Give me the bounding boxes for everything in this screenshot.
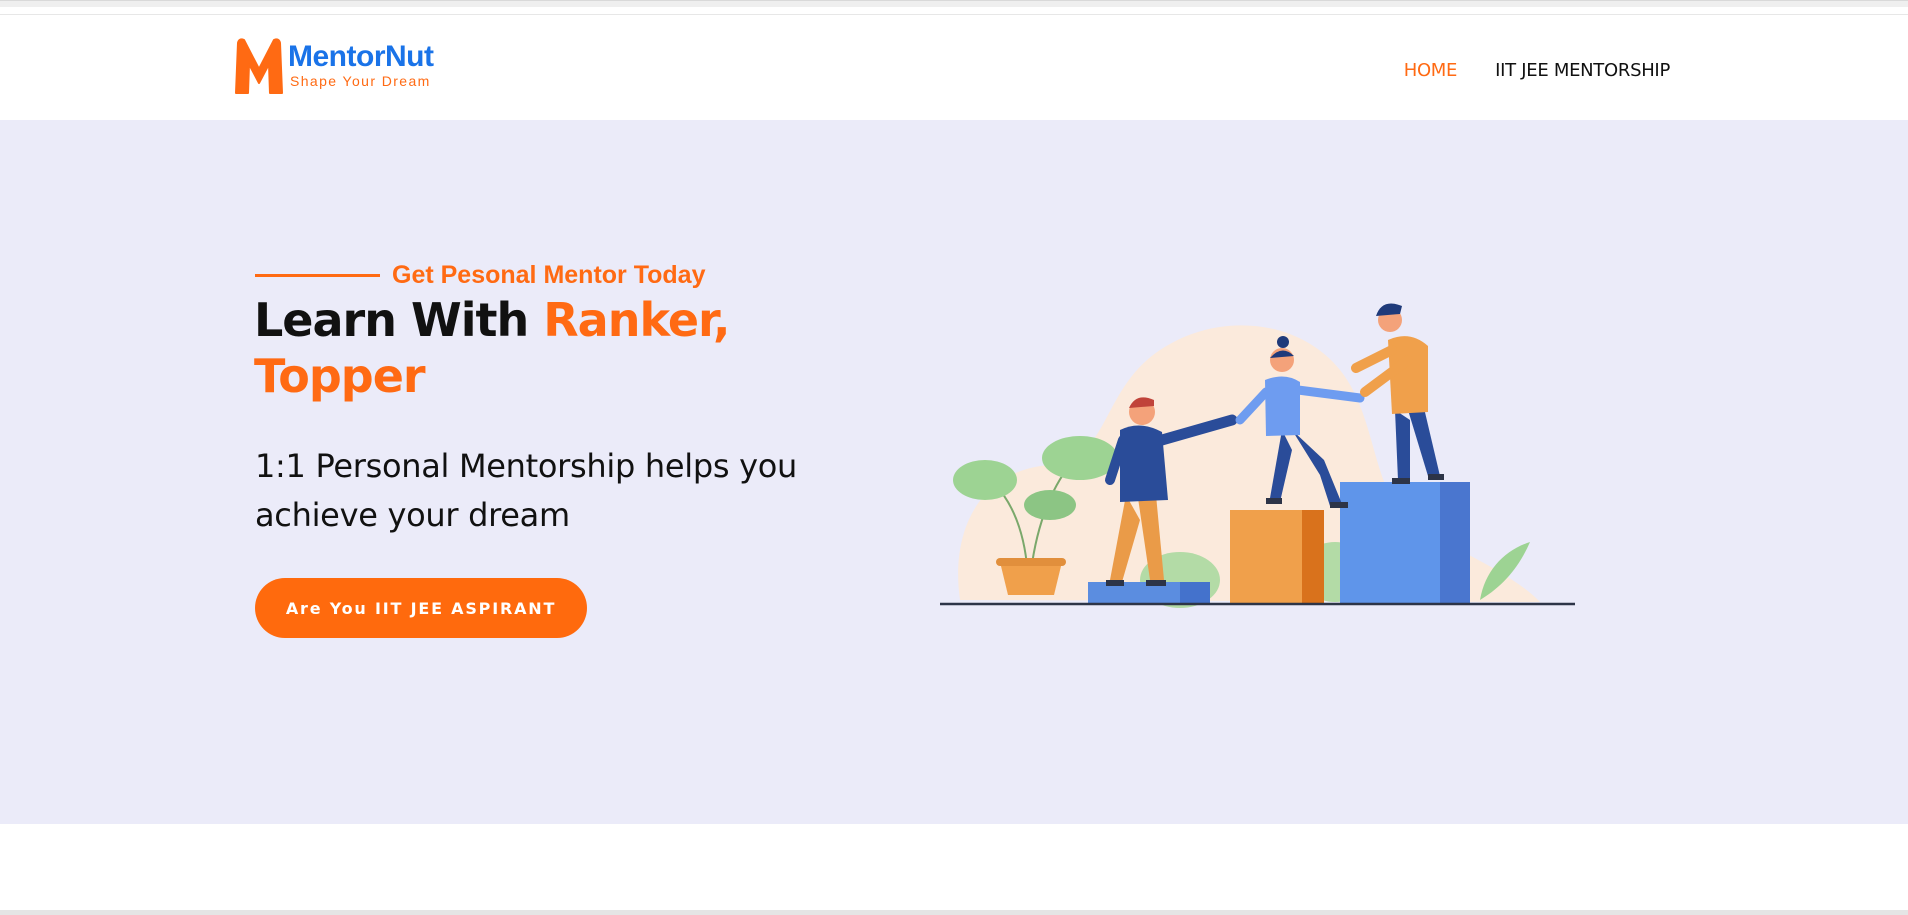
hero-section: Get Pesonal Mentor Today Learn With Rank… [0, 120, 1908, 824]
bottom-edge [0, 910, 1908, 915]
browser-top-bar [0, 0, 1908, 15]
logo-name: MentorNut [288, 40, 434, 73]
nav-home-link[interactable]: HOME [1404, 60, 1458, 81]
hero-eyebrow: Get Pesonal Mentor Today [255, 260, 705, 290]
logo-tagline: Shape Your Dream [290, 73, 431, 89]
tall-block-shape [1340, 482, 1440, 604]
hero-subtitle: 1:1 Personal Mentorship helps you achiev… [255, 447, 797, 534]
site-header: MentorNut Shape Your Dream HOME IIT JEE … [0, 15, 1908, 120]
site-logo[interactable]: MentorNut Shape Your Dream [232, 37, 452, 99]
nav-iit-jee-mentorship-link[interactable]: IIT JEE MENTORSHIP [1495, 60, 1670, 81]
main-navigation: HOME IIT JEE MENTORSHIP [1404, 55, 1671, 85]
eyebrow-text: Get Pesonal Mentor Today [392, 260, 706, 289]
tall-block-side-shape [1440, 482, 1470, 604]
eyebrow-divider-line [255, 273, 380, 277]
small-block-shape [1088, 582, 1180, 604]
small-block-side-shape [1180, 582, 1210, 604]
medium-block-side-shape [1302, 510, 1324, 604]
medium-block-shape [1230, 510, 1302, 604]
logo-m-icon [235, 38, 283, 94]
hero-title-prefix: Learn With [254, 293, 544, 347]
hero-title: Learn With Ranker, Topper [254, 292, 814, 404]
mentorship-illustration [940, 303, 1575, 608]
iit-jee-aspirant-button[interactable]: Are You IIT JEE ASPIRANT [255, 578, 587, 638]
